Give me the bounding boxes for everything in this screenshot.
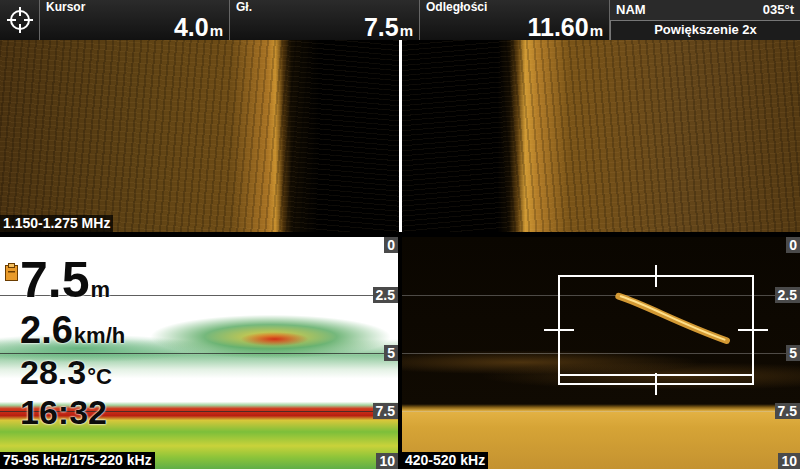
reading-cell[interactable]: Gł.7.5m <box>230 0 420 40</box>
readout-value: 2.6 <box>20 309 73 351</box>
digital-readouts: 7.5m2.6km/h28.3°C16:32 <box>20 255 125 435</box>
heading-row: NAM 035°t <box>610 0 800 20</box>
depth-line <box>402 295 800 296</box>
depth-scale-label: 5 <box>384 345 398 361</box>
depth-scale-label: 10 <box>376 453 398 469</box>
reading-value: 7.5 <box>364 13 399 41</box>
readout-unit: m <box>91 277 111 302</box>
depth-scale-label: 5 <box>786 345 800 361</box>
reading-unit: m <box>400 22 413 39</box>
frequency-label: 1.150-1.275 MHz <box>0 215 113 232</box>
frequency-label: 420-520 kHz <box>402 452 488 469</box>
readout: 2.6km/h <box>20 311 125 349</box>
depth-scale-label: 0 <box>384 237 398 253</box>
heading-value: 035°t <box>763 0 794 20</box>
status-bar: Kursor4.0mGł.7.5mOdległości11.60mNAM035°… <box>0 0 800 40</box>
fish-arch-icon <box>560 277 752 383</box>
reading-value: 11.60 <box>527 13 588 41</box>
side-imaging-left[interactable]: 1.150-1.275 MHz <box>0 40 399 232</box>
reading-cell[interactable]: Odległości11.60m <box>420 0 610 40</box>
readout-value: 28.3 <box>20 353 86 391</box>
cursor-cell[interactable] <box>0 0 40 40</box>
reading-label: Gł. <box>236 1 413 14</box>
reading-value: 4.0 <box>174 13 209 41</box>
readout-value: 7.5 <box>20 252 90 308</box>
reading-label: Kursor <box>46 1 223 14</box>
reading-unit: m <box>210 22 223 39</box>
depth-line <box>402 411 800 412</box>
side-imaging-view: 1.150-1.275 MHz <box>0 40 800 232</box>
crosshair-icon <box>6 6 34 34</box>
down-imaging-view[interactable]: 420-520 kHz 0 2.5 5 7.5 10 <box>402 237 800 469</box>
readout: 7.5m <box>20 255 125 305</box>
frequency-label: 75-95 kHz/175-220 kHz <box>0 452 155 469</box>
clipboard-icon <box>5 263 18 281</box>
depth-scale-label: 10 <box>778 453 800 469</box>
depth-line <box>402 353 800 354</box>
depth-scale-label: 7.5 <box>373 403 398 419</box>
depth-scale-label: 7.5 <box>775 403 800 419</box>
zoom-box[interactable] <box>558 275 754 385</box>
reading-label: Odległości <box>426 1 603 14</box>
reading-cell[interactable]: Kursor4.0m <box>40 0 230 40</box>
sonar-view[interactable]: 7.5m2.6km/h28.3°C16:32 75-95 kHz/175-220… <box>0 237 398 469</box>
heading-cell[interactable]: NAM 035°tPowiększenie 2x <box>610 0 800 40</box>
depth-scale-label: 2.5 <box>775 287 800 303</box>
zoom-label: Powiększenie 2x <box>610 20 800 40</box>
depth-scale-label: 2.5 <box>373 287 398 303</box>
heading-label: NAM <box>616 0 646 20</box>
sonar-screen: Kursor4.0mGł.7.5mOdległości11.60mNAM035°… <box>0 0 800 469</box>
readout-unit: km/h <box>74 323 125 348</box>
lower-views: 7.5m2.6km/h28.3°C16:32 75-95 kHz/175-220… <box>0 237 800 469</box>
readout: 28.3°C <box>20 355 125 389</box>
readout-value: 16:32 <box>20 393 107 431</box>
reading-unit: m <box>590 22 603 39</box>
readout-unit: °C <box>87 364 112 389</box>
side-imaging-right[interactable] <box>402 40 800 232</box>
depth-scale-label: 0 <box>786 237 800 253</box>
readout: 16:32 <box>20 395 125 429</box>
